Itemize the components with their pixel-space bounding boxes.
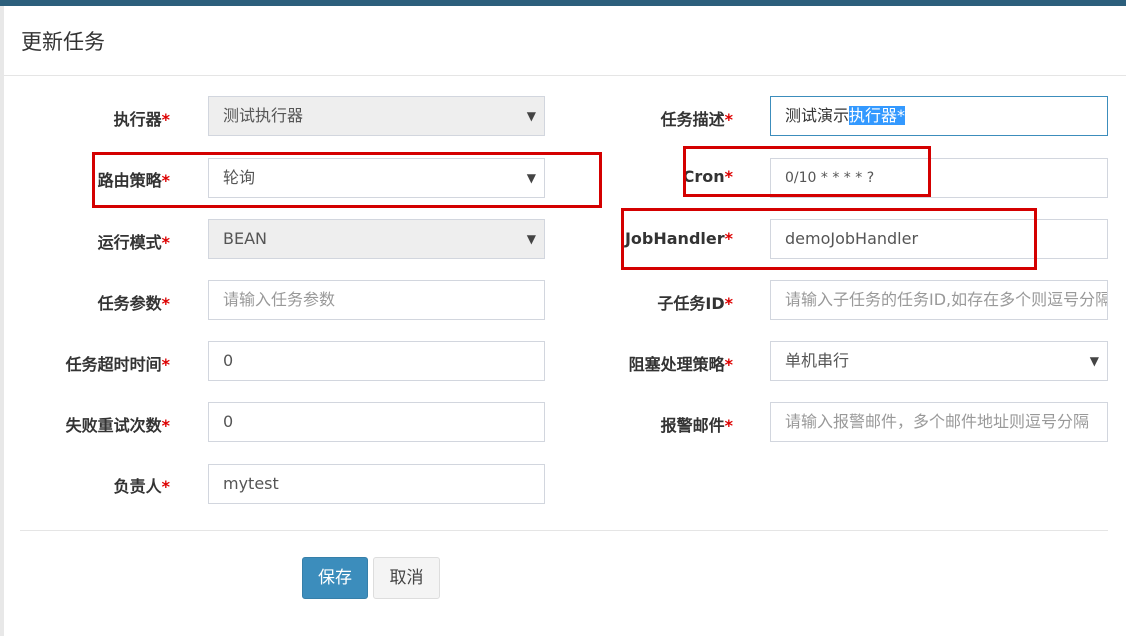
jobhandler-highlight-box [621,208,1037,270]
cron-highlight-box [683,146,931,197]
save-button[interactable]: 保存 [302,557,368,599]
cancel-button[interactable]: 取消 [373,557,440,599]
block-strategy-value: 单机串行 [785,351,850,370]
alarm-email-input[interactable]: 请输入报警邮件，多个邮件地址则逗号分隔 [770,402,1108,442]
retry-input[interactable]: 0 [208,402,545,442]
retry-label: 失败重试次数* [65,416,170,435]
timeout-input[interactable]: 0 [208,341,545,381]
alarm-email-label: 报警邮件* [660,416,733,435]
desc-input[interactable]: 测试演示执行器* [770,96,1108,136]
desc-value: 测试演示 [785,106,850,125]
run-mode-label: 运行模式* [97,233,170,252]
chevron-down-icon: ▼ [1089,354,1099,368]
executor-label: 执行器* [113,110,170,129]
route-highlight-box [92,152,602,208]
owner-label: 负责人* [113,477,170,496]
child-id-label: 子任务ID* [657,294,733,313]
footer-divider [20,530,1108,531]
block-strategy-select[interactable]: 单机串行 ▼ [770,341,1108,381]
dialog-header: 更新任务 [4,6,1126,76]
dialog-title: 更新任务 [21,30,105,54]
desc-selected-text: 执行器* [849,106,906,125]
run-mode-select[interactable]: BEAN ▼ [208,219,545,259]
owner-input[interactable]: mytest [208,464,545,504]
timeout-label: 任务超时时间* [65,355,170,374]
executor-value: 测试执行器 [223,106,304,125]
block-strategy-label: 阻塞处理策略* [628,355,733,374]
update-task-dialog: 更新任务 执行器* 测试执行器 ▼ 路由策略* 轮询 ▼ 运行模式* BEAN … [4,6,1126,636]
desc-label: 任务描述* [660,110,733,129]
run-mode-value: BEAN [223,229,267,248]
params-label: 任务参数* [97,294,170,313]
child-id-input[interactable]: 请输入子任务的任务ID,如存在多个则逗号分隔 [770,280,1108,320]
params-input[interactable]: 请输入任务参数 [208,280,545,320]
executor-select[interactable]: 测试执行器 ▼ [208,96,545,136]
